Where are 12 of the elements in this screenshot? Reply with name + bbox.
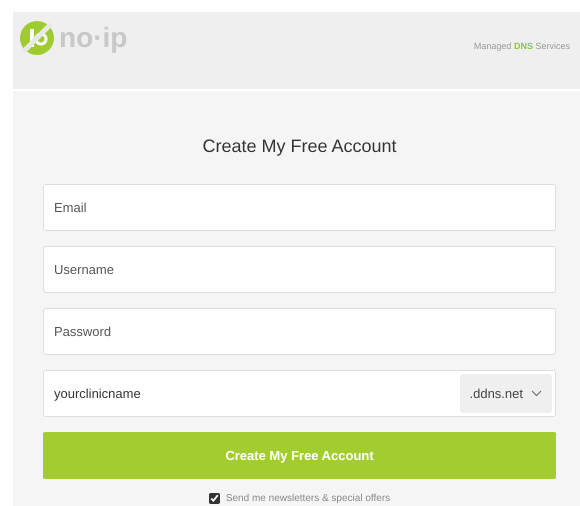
input-field[interactable]: Password (43, 308, 556, 355)
newsletter-label: Send me newsletters & special offers (226, 492, 390, 506)
newsletter-checkbox[interactable] (208, 493, 220, 504)
hostname-field[interactable]: yourclinicname .ddns.net (43, 370, 556, 417)
input-field[interactable]: Username (43, 246, 556, 293)
input-field[interactable]: Email (43, 184, 556, 231)
form-title: Create My Free Account (201, 135, 398, 158)
logo-icon (19, 20, 55, 56)
chevron-down-icon (531, 390, 542, 397)
tagline: Managed DNS Services (474, 40, 570, 53)
hostname-value: yourclinicname (54, 384, 142, 403)
domain-dropdown[interactable]: .ddns.net (460, 374, 552, 413)
